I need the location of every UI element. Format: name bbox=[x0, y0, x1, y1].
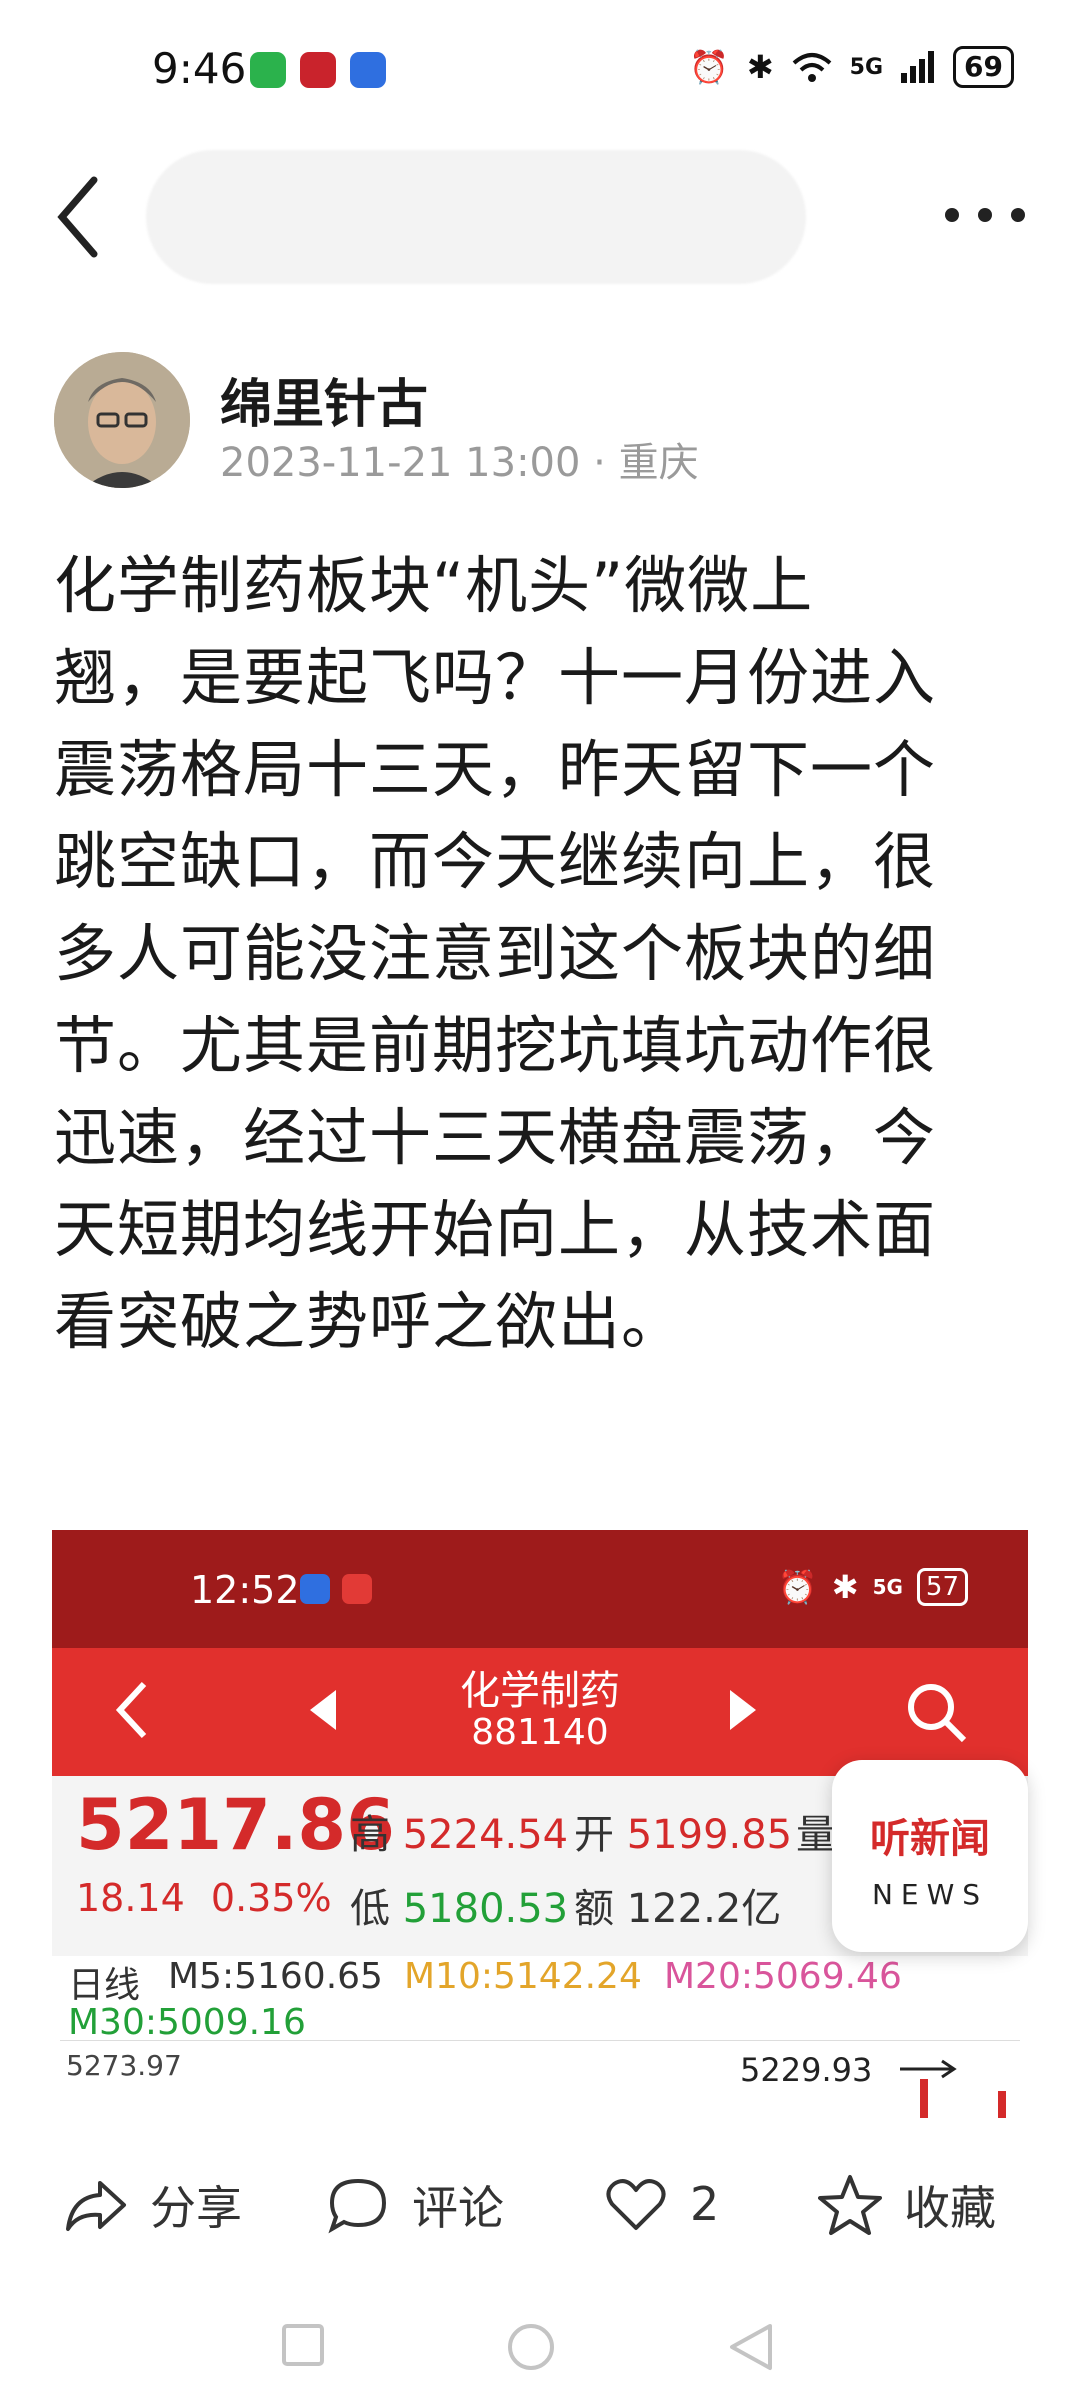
post-meta: 2023-11-21 13:00 · 重庆 bbox=[220, 430, 699, 488]
status-time: 9:46 bbox=[152, 44, 247, 93]
app-notification-icon bbox=[300, 52, 336, 88]
wechat-notification-icon bbox=[250, 52, 286, 88]
comment-label: 评论 bbox=[412, 2181, 504, 2235]
system-indicators: ⏰ ✱ 5G 69 bbox=[689, 46, 1014, 88]
recent-apps-button[interactable] bbox=[280, 2322, 326, 2368]
embedded-chart-max: 5229.93 bbox=[740, 2051, 873, 2089]
embedded-chart-arrow-icon bbox=[900, 2059, 957, 2079]
post-date: 2023-11-21 13:00 bbox=[220, 440, 581, 486]
embedded-next-icon bbox=[730, 1690, 756, 1730]
embedded-candle bbox=[998, 2091, 1006, 2118]
embedded-network-label: 5G bbox=[872, 1575, 903, 1599]
collect-label: 收藏 bbox=[904, 2181, 996, 2235]
embedded-system-indicators: ⏰ ✱ 5G 57 bbox=[778, 1568, 968, 1606]
embedded-status-bar: 12:52 ⏰ ✱ 5G 57 bbox=[52, 1530, 1028, 1648]
embedded-period: 日线 bbox=[68, 1965, 141, 2006]
post-line: 节。尤其是前期挖坑填坑动作很 bbox=[54, 1009, 937, 1082]
share-icon bbox=[66, 2181, 126, 2231]
more-options-button[interactable] bbox=[940, 200, 1030, 230]
post-location: 重庆 bbox=[618, 440, 699, 486]
news-label: NEWS bbox=[871, 1878, 989, 1911]
author-name[interactable]: 绵里针古 bbox=[220, 362, 428, 437]
avatar[interactable] bbox=[54, 352, 190, 488]
comment-icon bbox=[328, 2178, 387, 2234]
action-bar: 分享 评论 2 收藏 bbox=[0, 2150, 1080, 2260]
star-icon bbox=[818, 2175, 882, 2235]
share-button[interactable]: 分享 bbox=[64, 2172, 242, 2238]
post-line: 迅速，经过十三天横盘震荡，今 bbox=[54, 1101, 937, 1174]
comment-button[interactable]: 评论 bbox=[326, 2172, 504, 2238]
embedded-amount: 额 122.2亿 bbox=[574, 1886, 782, 1932]
embedded-open: 开 5199.85 bbox=[574, 1812, 793, 1858]
post-line: 翘，是要起飞吗？十一月份进入 bbox=[54, 641, 937, 714]
post-line: 震荡格局十三天，昨天留下一个 bbox=[54, 733, 937, 806]
post-line: 天短期均线开始向上，从技术面 bbox=[54, 1193, 937, 1266]
signal-icon bbox=[901, 51, 935, 83]
system-navigation-bar bbox=[0, 2300, 1080, 2400]
collect-button[interactable]: 收藏 bbox=[818, 2172, 996, 2238]
back-button[interactable] bbox=[50, 172, 110, 262]
embedded-alarm-icon: ⏰ bbox=[777, 1568, 818, 1606]
embedded-app-icon-2 bbox=[342, 1574, 372, 1604]
embedded-ma20: M20:5069.46 bbox=[664, 1956, 902, 1997]
bluetooth-icon: ✱ bbox=[746, 48, 774, 86]
home-button[interactable] bbox=[506, 2322, 556, 2372]
embedded-search-icon bbox=[908, 1684, 967, 1743]
embedded-ma5: M5:5160.65 bbox=[168, 1956, 383, 1997]
embedded-change: 18.14 0.35% bbox=[76, 1876, 332, 1920]
listen-news-label: 听新闻 bbox=[870, 1816, 990, 1862]
embedded-change-value: 18.14 bbox=[76, 1876, 185, 1920]
embedded-sector-code: 881140 bbox=[471, 1712, 609, 1753]
embedded-candle bbox=[920, 2079, 928, 2118]
like-count: 2 bbox=[690, 2177, 720, 2231]
embedded-low: 低 5180.53 bbox=[350, 1886, 569, 1932]
alarm-icon: ⏰ bbox=[689, 48, 729, 86]
embedded-sector-title: 化学制药 bbox=[460, 1668, 620, 1714]
post-line: 化学制药板块“机头”微微上 bbox=[54, 549, 814, 622]
post-body: 化学制药板块“机头”微微上 翘，是要起飞吗？十一月份进入 震荡格局十三天，昨天留… bbox=[54, 540, 1034, 1368]
embedded-high: 高 5224.54 bbox=[350, 1812, 569, 1858]
like-button[interactable]: 2 bbox=[604, 2172, 719, 2236]
embedded-header: 化学制药 881140 bbox=[52, 1648, 1028, 1776]
post-line: 多人可能没注意到这个板块的细 bbox=[54, 917, 937, 990]
battery-indicator: 69 bbox=[953, 46, 1014, 88]
search-bar[interactable] bbox=[146, 150, 806, 284]
system-back-button[interactable] bbox=[728, 2322, 774, 2372]
embedded-battery: 57 bbox=[916, 1568, 968, 1606]
embedded-ma30: M30:5009.16 bbox=[68, 2002, 306, 2043]
embedded-app-icon bbox=[300, 1574, 330, 1604]
share-label: 分享 bbox=[150, 2181, 242, 2235]
embedded-kline-chart: 5273.97 5229.93 bbox=[60, 2040, 1020, 2118]
embedded-ma10: M10:5142.24 bbox=[404, 1956, 642, 1997]
meta-separator: · bbox=[593, 440, 606, 486]
embedded-change-pct: 0.35% bbox=[210, 1876, 332, 1920]
heart-icon bbox=[606, 2179, 666, 2230]
listen-news-button[interactable]: 听新闻 NEWS bbox=[832, 1760, 1028, 1952]
wifi-icon bbox=[792, 53, 831, 82]
embedded-time: 12:52 bbox=[190, 1568, 300, 1612]
embedded-chart-high: 5273.97 bbox=[66, 2049, 182, 2082]
top-nav bbox=[0, 150, 1080, 290]
post-line: 跳空缺口，而今天继续向上，很 bbox=[54, 825, 937, 898]
status-bar: 9:46 ⏰ ✱ 5G 69 bbox=[0, 0, 1080, 140]
network-5g-label: 5G bbox=[849, 54, 884, 80]
embedded-volume-label: 量 bbox=[796, 1812, 836, 1858]
embedded-bluetooth-icon: ✱ bbox=[831, 1568, 859, 1606]
embedded-price: 5217.86 bbox=[76, 1784, 395, 1866]
author-header: 绵里针古 2023-11-21 13:00 · 重庆 bbox=[54, 352, 1034, 492]
assistant-notification-icon bbox=[350, 52, 386, 88]
post-line: 看突破之势呼之欲出。 bbox=[54, 1285, 685, 1358]
